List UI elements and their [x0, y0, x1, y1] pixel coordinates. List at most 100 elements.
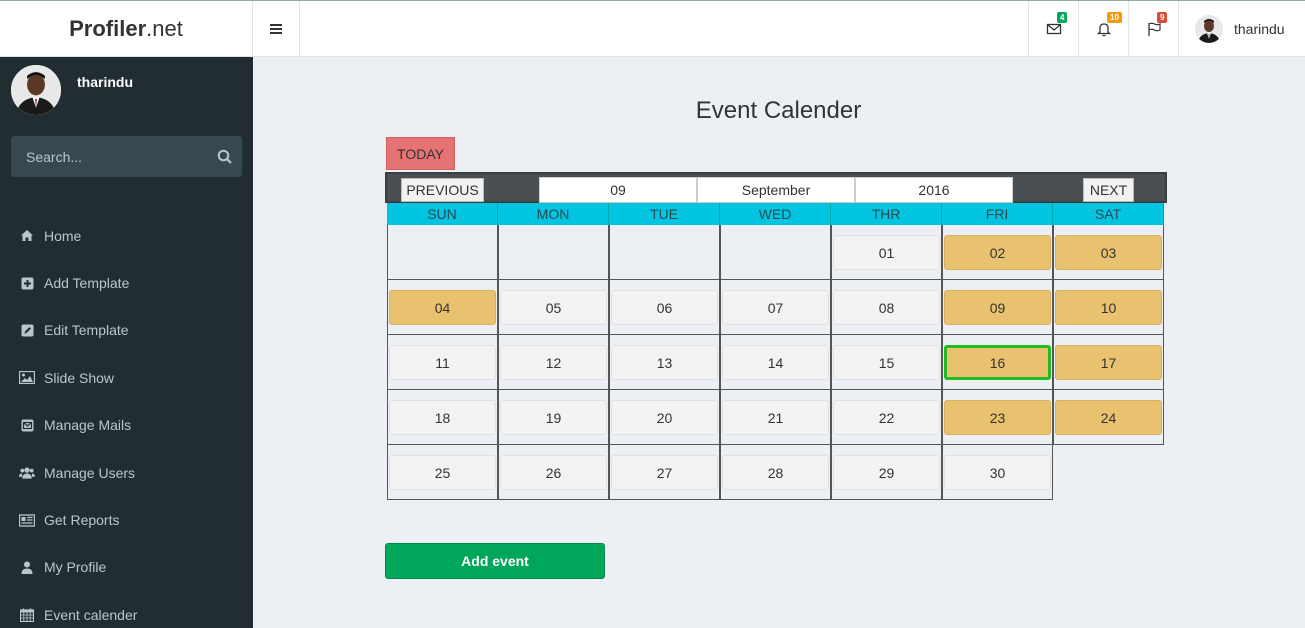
calendar-cell[interactable]: 15 [831, 335, 942, 390]
calendar-day-event[interactable]: 17 [1055, 345, 1162, 380]
previous-month-button[interactable]: PREVIOUS [401, 178, 484, 202]
calendar-day[interactable]: 19 [500, 400, 607, 435]
sidebar-menu: Home Add Template Edit Template Slide Sh… [0, 212, 253, 628]
calendar-day[interactable]: 14 [722, 345, 829, 380]
sidebar-item-edit-template[interactable]: Edit Template [0, 307, 253, 354]
calendar-cell[interactable]: 17 [1053, 335, 1164, 390]
calendar-cell[interactable]: 06 [609, 280, 720, 335]
calendar-day[interactable]: 22 [833, 400, 940, 435]
calendar-cell[interactable]: 19 [498, 390, 609, 445]
month-number-field[interactable]: 09 [539, 177, 697, 203]
calendar-cell[interactable]: 03 [1053, 225, 1164, 280]
user-menu[interactable]: tharindu [1178, 1, 1305, 57]
sidebar-search [11, 136, 242, 177]
sidebar-item-get-reports[interactable]: Get Reports [0, 496, 253, 543]
calendar-cell[interactable]: 23 [942, 390, 1053, 445]
notifications-button[interactable]: 10 [1078, 1, 1128, 57]
calendar-day[interactable]: 12 [500, 345, 607, 380]
calendar-cell[interactable]: 10 [1053, 280, 1164, 335]
calendar-day[interactable]: 08 [833, 290, 940, 325]
tasks-badge: 9 [1157, 12, 1168, 23]
calendar-cell[interactable]: 24 [1053, 390, 1164, 445]
calendar-day-event[interactable]: 03 [1055, 235, 1162, 270]
page-title: Event Calender [695, 97, 862, 124]
calendar-cell[interactable]: 16 [942, 335, 1053, 390]
sidebar-toggle-button[interactable] [253, 1, 300, 57]
calendar-day[interactable]: 25 [389, 455, 496, 490]
calendar-day[interactable]: 05 [500, 290, 607, 325]
edit-icon [19, 323, 35, 337]
weekday-header: THR [831, 203, 942, 225]
search-input[interactable] [11, 136, 201, 177]
today-button[interactable]: TODAY [386, 137, 455, 170]
flag-icon [1147, 22, 1161, 36]
calendar-cell[interactable]: 07 [720, 280, 831, 335]
calendar-day[interactable]: 01 [833, 235, 940, 270]
calendar-cell[interactable]: 22 [831, 390, 942, 445]
calendar-day-event[interactable]: 02 [944, 235, 1051, 270]
calendar-day-event[interactable]: 10 [1055, 290, 1162, 325]
calendar-cell[interactable]: 01 [831, 225, 942, 280]
calendar-cell[interactable]: 21 [720, 390, 831, 445]
year-field[interactable]: 2016 [855, 177, 1013, 203]
sidebar-item-slide-show[interactable]: Slide Show [0, 354, 253, 401]
calendar-day[interactable]: 11 [389, 345, 496, 380]
calendar-cell[interactable]: 28 [720, 445, 831, 500]
sidebar-item-label: Edit Template [44, 322, 129, 339]
calendar-day-event[interactable]: 09 [944, 290, 1051, 325]
app-logo[interactable]: Profiler .net [0, 1, 253, 57]
calendar-cell[interactable]: 13 [609, 335, 720, 390]
calendar-cell[interactable]: 02 [942, 225, 1053, 280]
calendar-day[interactable]: 21 [722, 400, 829, 435]
calendar-day[interactable]: 29 [833, 455, 940, 490]
calendar-cell[interactable]: 14 [720, 335, 831, 390]
calendar-cell[interactable]: 12 [498, 335, 609, 390]
calendar-icon [19, 608, 35, 622]
calendar-cell[interactable]: 18 [387, 390, 498, 445]
calendar-cell[interactable]: 11 [387, 335, 498, 390]
calendar-cell[interactable]: 04 [387, 280, 498, 335]
calendar-cell[interactable]: 05 [498, 280, 609, 335]
month-name-field[interactable]: September [697, 177, 855, 203]
sidebar-item-home[interactable]: Home [0, 212, 253, 259]
brand-bold: Profiler [69, 16, 147, 41]
calendar-day[interactable]: 28 [722, 455, 829, 490]
calendar-day[interactable]: 07 [722, 290, 829, 325]
calendar-cell[interactable]: 09 [942, 280, 1053, 335]
calendar-day-event[interactable]: 24 [1055, 400, 1162, 435]
home-icon [19, 229, 35, 243]
calendar-day[interactable]: 13 [611, 345, 718, 380]
calendar-cell[interactable]: 20 [609, 390, 720, 445]
calendar-day[interactable]: 06 [611, 290, 718, 325]
sidebar-item-manage-users[interactable]: Manage Users [0, 449, 253, 496]
calendar-cell[interactable]: 29 [831, 445, 942, 500]
next-month-button[interactable]: NEXT [1083, 178, 1134, 202]
calendar-day[interactable]: 30 [944, 455, 1051, 490]
add-event-button[interactable]: Add event [385, 543, 605, 579]
sidebar-item-add-template[interactable]: Add Template [0, 259, 253, 306]
calendar-cell[interactable]: 25 [387, 445, 498, 500]
sidebar-item-event-calender[interactable]: Event calender [0, 591, 253, 628]
calendar-day[interactable]: 15 [833, 345, 940, 380]
search-button[interactable] [216, 148, 234, 166]
tasks-button[interactable]: 9 [1128, 1, 1178, 57]
profile-avatar [11, 65, 61, 115]
sidebar-item-manage-mails[interactable]: Manage Mails [0, 402, 253, 449]
calendar-day[interactable]: 27 [611, 455, 718, 490]
calendar-cell[interactable]: 08 [831, 280, 942, 335]
calendar-day-event[interactable]: 04 [389, 290, 496, 325]
messages-button[interactable]: 4 [1028, 1, 1078, 57]
sidebar-item-label: Home [44, 227, 82, 244]
user-panel: tharindu [0, 57, 253, 127]
calendar-cell[interactable]: 26 [498, 445, 609, 500]
calendar-day[interactable]: 20 [611, 400, 718, 435]
calendar-day[interactable]: 26 [500, 455, 607, 490]
notifications-badge: 10 [1107, 12, 1122, 23]
calendar-cell[interactable]: 30 [942, 445, 1053, 500]
calendar-day-event[interactable]: 23 [944, 400, 1051, 435]
sidebar-item-my-profile[interactable]: My Profile [0, 544, 253, 591]
calendar-day-today[interactable]: 16 [944, 345, 1051, 380]
calendar-day[interactable]: 18 [389, 400, 496, 435]
newspaper-icon [19, 513, 35, 527]
calendar-cell[interactable]: 27 [609, 445, 720, 500]
